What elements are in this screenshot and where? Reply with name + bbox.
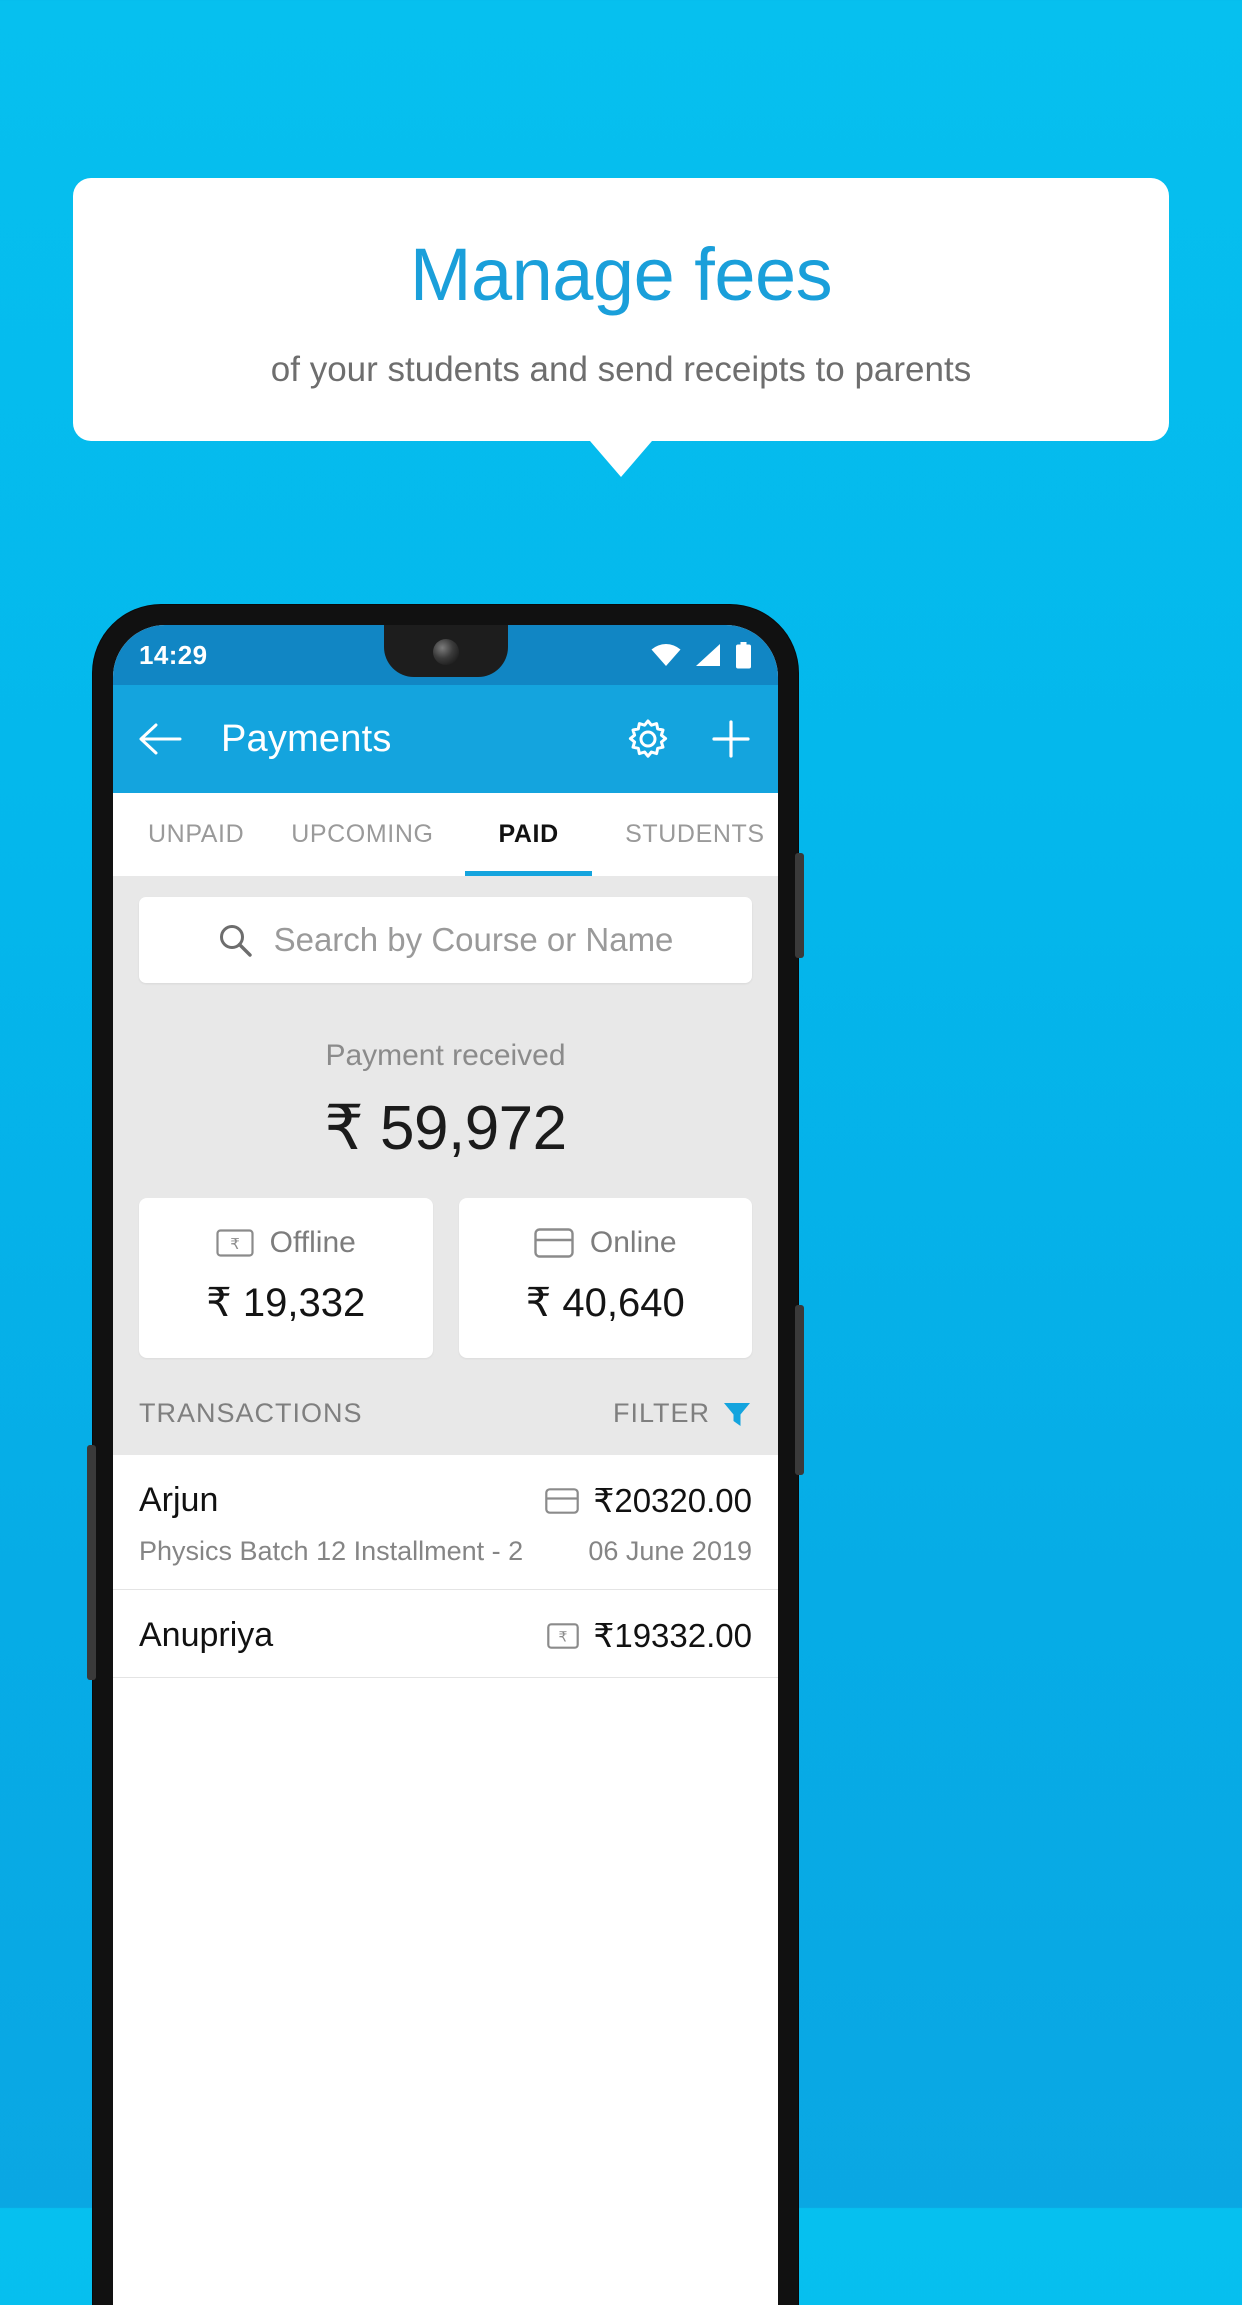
phone-power-button[interactable] — [795, 853, 804, 958]
cellular-signal-icon — [695, 643, 721, 667]
funnel-icon — [722, 1399, 752, 1429]
gear-icon[interactable] — [626, 717, 670, 761]
front-camera — [432, 639, 459, 665]
transaction-secondary-line: Physics Batch 12 Installment - 2 06 June… — [139, 1536, 752, 1567]
method-cards: ₹ Offline ₹ 19,332 Online ₹ 40,640 — [113, 1174, 778, 1358]
transactions-header: TRANSACTIONS FILTER — [113, 1358, 778, 1455]
banknote-rupee-icon: ₹ — [547, 1622, 580, 1649]
online-card-header: Online — [459, 1226, 753, 1260]
transaction-date: 06 June 2019 — [588, 1536, 752, 1566]
online-card-amount: ₹ 40,640 — [525, 1281, 685, 1325]
tab-unpaid[interactable]: UNPAID — [113, 793, 279, 876]
transaction-amount-group: ₹ ₹19332.00 — [547, 1616, 752, 1655]
transaction-name: Arjun — [139, 1481, 219, 1519]
phone-mockup: 14:29 Payments UNPAID UPCOMING PAID STUD… — [87, 605, 804, 2305]
status-bar-icons — [651, 641, 752, 669]
filter-button[interactable]: FILTER — [613, 1398, 752, 1429]
paid-tab-content: Search by Course or Name Payment receive… — [113, 877, 778, 1678]
transaction-primary-line: Anupriya ₹ ₹19332.00 — [139, 1616, 752, 1655]
phone-volume-button-right[interactable] — [795, 1305, 804, 1475]
online-card[interactable]: Online ₹ 40,640 — [458, 1198, 753, 1358]
app-bar: Payments — [113, 685, 778, 793]
transaction-name: Anupriya — [139, 1616, 274, 1654]
battery-icon — [735, 641, 752, 669]
promo-bubble-body: Manage fees of your students and send re… — [73, 178, 1169, 477]
tab-upcoming[interactable]: UPCOMING — [279, 793, 445, 876]
payment-received-amount: ₹ 59,972 — [324, 1094, 567, 1163]
search-placeholder: Search by Course or Name — [273, 921, 674, 958]
back-arrow-icon[interactable] — [139, 722, 183, 756]
search-icon — [218, 923, 252, 957]
transactions-list: Arjun ₹20320.00 Physics Batch 12 Install… — [113, 1455, 778, 1678]
promo-subtitle: of your students and send receipts to pa… — [270, 349, 972, 389]
wifi-icon — [651, 643, 681, 667]
search-zone: Search by Course or Name — [113, 877, 778, 1005]
offline-card-label: Offline — [269, 1226, 356, 1259]
online-card-label: Online — [589, 1226, 677, 1259]
transactions-label: TRANSACTIONS — [139, 1398, 363, 1428]
tab-paid[interactable]: PAID — [446, 793, 612, 876]
filter-label: FILTER — [612, 1398, 710, 1428]
credit-card-icon — [534, 1228, 574, 1258]
table-row[interactable]: Arjun ₹20320.00 Physics Batch 12 Install… — [113, 1455, 778, 1590]
tab-students[interactable]: STUDENTS — [612, 793, 778, 876]
svg-text:₹: ₹ — [230, 1236, 240, 1253]
tab-bar: UNPAID UPCOMING PAID STUDENTS — [113, 793, 778, 877]
payment-received-label: Payment received — [325, 1039, 566, 1072]
transaction-description: Physics Batch 12 Installment - 2 — [139, 1536, 524, 1566]
promo-bubble-tail — [590, 440, 652, 477]
offline-card-amount: ₹ 19,332 — [206, 1281, 366, 1325]
search-input[interactable]: Search by Course or Name — [139, 897, 752, 983]
table-row[interactable]: Anupriya ₹ ₹19332.00 — [113, 1590, 778, 1678]
promo-title: Manage fees — [409, 233, 833, 316]
plus-icon[interactable] — [710, 718, 752, 760]
transaction-amount-group: ₹20320.00 — [545, 1481, 752, 1520]
offline-card[interactable]: ₹ Offline ₹ 19,332 — [139, 1198, 433, 1358]
banknote-rupee-icon: ₹ — [216, 1229, 254, 1257]
phone-bezel: 14:29 Payments UNPAID UPCOMING PAID STUD… — [113, 625, 778, 2305]
payment-summary: Payment received ₹ 59,972 — [113, 1005, 778, 1174]
status-bar-clock: 14:29 — [139, 639, 208, 670]
credit-card-icon — [545, 1487, 580, 1514]
page-title: Payments — [221, 717, 392, 760]
phone-screen: 14:29 Payments UNPAID UPCOMING PAID STUD… — [113, 625, 778, 2305]
promo-bubble: Manage fees of your students and send re… — [73, 178, 1169, 477]
app-bar-actions — [626, 717, 752, 761]
offline-card-header: ₹ Offline — [139, 1226, 433, 1260]
transaction-amount: ₹20320.00 — [593, 1482, 752, 1519]
transaction-amount: ₹19332.00 — [593, 1617, 752, 1654]
transaction-primary-line: Arjun ₹20320.00 — [139, 1481, 752, 1520]
phone-volume-button-left[interactable] — [87, 1445, 96, 1680]
svg-text:₹: ₹ — [559, 1628, 568, 1644]
